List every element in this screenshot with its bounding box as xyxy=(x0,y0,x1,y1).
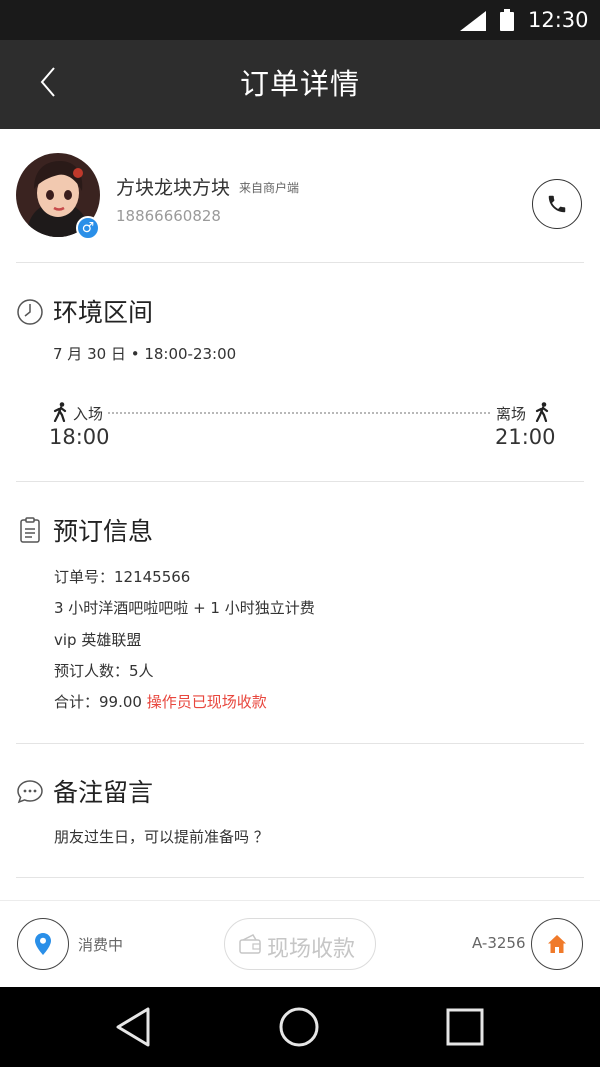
user-name: 方块龙块方块 xyxy=(116,177,231,199)
consumption-status: 消费中 xyxy=(78,936,124,954)
user-source: 来自商户端 xyxy=(239,181,300,195)
home-icon xyxy=(548,935,566,953)
clipboard-icon xyxy=(20,517,40,543)
location-pin-icon xyxy=(35,933,51,955)
room-code: A-3256 xyxy=(472,934,526,952)
collect-payment-button[interactable]: 现场收款 xyxy=(224,918,376,970)
back-button[interactable] xyxy=(26,60,70,104)
location-button[interactable] xyxy=(17,918,69,970)
payment-status: 操作员已现场收款 xyxy=(146,693,267,711)
square-recent-icon xyxy=(446,1008,484,1046)
phone-icon xyxy=(548,195,566,213)
collect-payment-label: 现场收款 xyxy=(267,937,356,962)
chevron-left-icon xyxy=(40,67,55,97)
date-range: 7 月 30 日 • 18:00-23:00 xyxy=(53,345,237,363)
exit-label: 离场 xyxy=(496,405,527,423)
circle-home-icon xyxy=(279,1007,319,1047)
guest-count: 预订人数：5人 xyxy=(54,662,154,680)
gender-badge: ♂ xyxy=(76,216,100,240)
walking-person-icon xyxy=(53,402,67,422)
total-line: 合计：99.00 操作员已现场收款 xyxy=(54,691,267,712)
wallet-icon xyxy=(239,934,261,954)
bottom-action-bar: 消费中 现场收款 A-3256 xyxy=(0,900,600,987)
battery-icon xyxy=(500,9,514,31)
walking-person-icon xyxy=(535,402,549,422)
system-nav-bar xyxy=(0,987,600,1067)
status-time: 12:30 xyxy=(528,8,589,32)
status-bar: 12:30 xyxy=(0,0,600,40)
section-title-note: 备注留言 xyxy=(53,778,154,807)
timeline-divider xyxy=(108,412,490,414)
clock-icon xyxy=(17,299,43,325)
entry-label: 入场 xyxy=(73,405,104,423)
app-header: 订单详情 xyxy=(0,40,600,129)
nav-recent-button[interactable] xyxy=(443,1005,487,1049)
chat-bubble-icon xyxy=(17,780,43,804)
package-info: 3 小时洋酒吧啦吧啦 + 1 小时独立计费 xyxy=(54,599,315,617)
total-amount: 合计：99.00 xyxy=(54,693,142,711)
booking-section: 预订信息 订单号：12145566 3 小时洋酒吧啦吧啦 + 1 小时独立计费 … xyxy=(16,482,584,744)
triangle-back-icon xyxy=(116,1007,150,1047)
nav-home-button[interactable] xyxy=(277,1005,321,1049)
order-number: 订单号：12145566 xyxy=(54,568,191,586)
entry-time: 18:00 xyxy=(49,425,110,449)
time-section: 环境区间 7 月 30 日 • 18:00-23:00 入场 18:00 离场 … xyxy=(16,263,584,482)
nav-back-button[interactable] xyxy=(112,1005,156,1049)
exit-time: 21:00 xyxy=(495,425,556,449)
user-phone: 18866660828 xyxy=(116,207,221,225)
room-info: vip 英雄联盟 xyxy=(54,631,142,649)
call-button[interactable] xyxy=(532,179,582,229)
home-button[interactable] xyxy=(531,918,583,970)
section-title-booking: 预订信息 xyxy=(53,517,154,546)
note-text: 朋友过生日，可以提前准备吗 ？ xyxy=(54,828,269,846)
page-title: 订单详情 xyxy=(239,67,360,101)
signal-icon xyxy=(460,11,486,31)
user-info: ♂ 方块龙块方块 来自商户端 18866660828 xyxy=(16,129,584,263)
note-section: 备注留言 朋友过生日，可以提前准备吗 ？ xyxy=(16,744,584,878)
section-title-time: 环境区间 xyxy=(53,298,154,327)
